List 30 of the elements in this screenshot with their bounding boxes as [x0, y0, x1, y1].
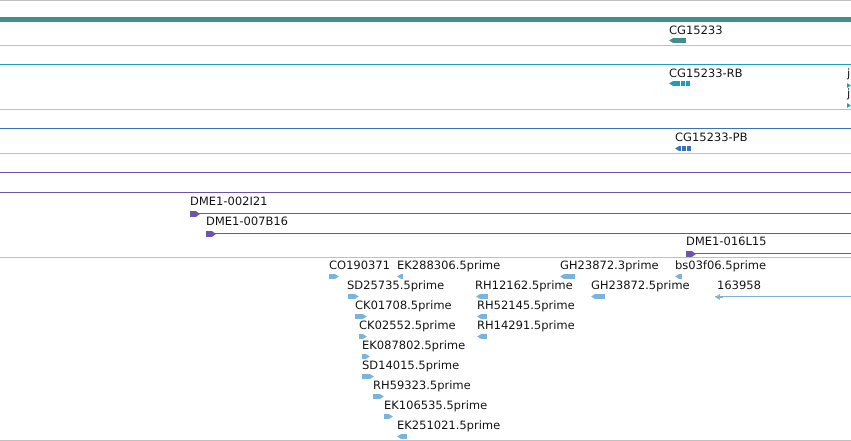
feature-label[interactable]: RH52145.5prime [477, 298, 575, 312]
feature-label[interactable]: DME1-007B16 [206, 214, 288, 228]
feature-label[interactable]: CG15233 [669, 23, 723, 37]
feature-label[interactable]: RH12162.5prime [475, 278, 573, 292]
feature-arrow-icon[interactable] [675, 146, 691, 152]
feature-arrow-icon[interactable] [847, 83, 851, 89]
feature-label[interactable]: CG15233-RB [669, 66, 743, 80]
feature-label[interactable]: EK087802.5prime [362, 338, 466, 352]
feature-label[interactable]: DME1-016L15 [686, 234, 766, 248]
feature-arrow-icon[interactable] [669, 38, 686, 44]
feature-label[interactable]: RH14291.5prime [477, 318, 575, 332]
feature-label[interactable]: EK106535.5prime [384, 398, 488, 412]
feature-label[interactable]: SD14015.5prime [362, 358, 460, 372]
feature-label[interactable]: DME1-002I21 [190, 194, 268, 208]
feature-label[interactable]: RH59323.5prime [373, 378, 471, 392]
feature-label[interactable]: CK02552.5prime [359, 318, 456, 332]
feature-label[interactable]: j [847, 66, 850, 80]
feature-label[interactable]: CK01708.5prime [355, 298, 452, 312]
feature-label[interactable]: EK251021.5prime [397, 418, 500, 432]
feature-label[interactable]: CO190371 [329, 258, 390, 272]
feature-arrow-icon[interactable] [669, 81, 690, 87]
feature-label[interactable]: j [847, 86, 850, 100]
feature-label[interactable]: SD25735.5prime [347, 278, 444, 292]
feature-arrow-icon[interactable] [847, 103, 851, 109]
feature-label[interactable]: GH23872.5prime [591, 278, 690, 292]
feature-label[interactable]: GH23872.3prime [560, 258, 659, 272]
feature-label[interactable]: EK288306.5prime [397, 258, 500, 272]
feature-label[interactable]: bs03f06.5prime [675, 258, 766, 272]
feature-label[interactable]: CG15233-PB [675, 130, 748, 144]
feature-label[interactable]: 163958 [717, 278, 761, 292]
